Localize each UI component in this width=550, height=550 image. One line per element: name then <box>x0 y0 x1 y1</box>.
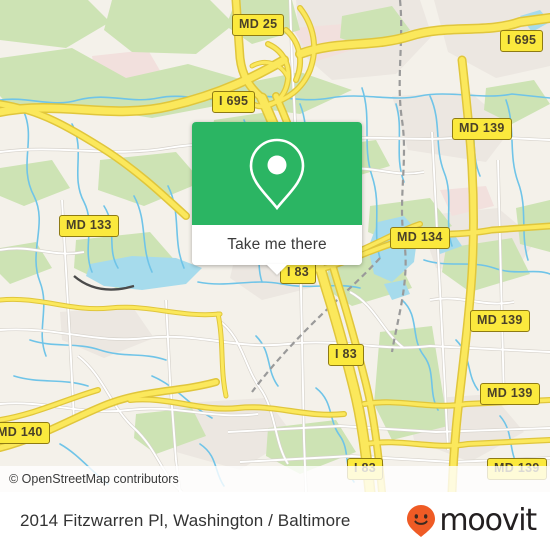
road-shield-i-83-mid: I 83 <box>328 344 365 366</box>
attribution-text[interactable]: © OpenStreetMap contributors <box>9 472 179 486</box>
callout-tail-pointer <box>266 264 288 275</box>
map-canvas[interactable]: MD 25 I 695 I 695 MD 139 MD 133 MD 134 I… <box>0 0 550 492</box>
moovit-wordmark: moovit <box>439 503 537 538</box>
location-callout-card[interactable]: Take me there <box>192 122 362 275</box>
map-screenshot: MD 25 I 695 I 695 MD 139 MD 133 MD 134 I… <box>0 0 550 550</box>
road-shield-md-139-s: MD 139 <box>480 383 540 405</box>
road-shield-i-695-ne: I 695 <box>500 30 544 52</box>
moovit-smiley-pin-icon <box>407 505 436 537</box>
callout-pin-area <box>192 122 362 225</box>
moovit-logo[interactable]: moovit <box>406 503 537 538</box>
road-shield-i-695-w: I 695 <box>212 91 256 113</box>
callout-action-area[interactable]: Take me there <box>192 225 362 275</box>
road-shield-md-139-n: MD 139 <box>452 118 512 140</box>
road-shield-md-133: MD 133 <box>59 215 119 237</box>
map-attribution-bar: © OpenStreetMap contributors <box>0 466 550 492</box>
road-shield-md-139-mid: MD 139 <box>470 310 530 332</box>
road-shield-md-140: MD 140 <box>0 422 50 444</box>
road-shield-md-25: MD 25 <box>232 14 285 36</box>
take-me-there-label: Take me there <box>227 236 327 253</box>
address-label: 2014 Fitzwarren Pl, Washington / Baltimo… <box>20 511 351 530</box>
footer-bar: 2014 Fitzwarren Pl, Washington / Baltimo… <box>0 492 550 550</box>
location-pin-icon <box>249 138 305 210</box>
road-shield-md-134: MD 134 <box>390 227 450 249</box>
